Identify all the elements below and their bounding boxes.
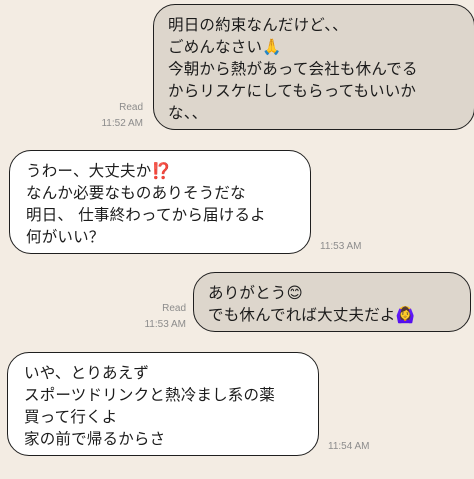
message-bubble-sent[interactable]: ありがとう😊 でも休んでれば大丈夫だよ🙆‍♀️ [193, 272, 471, 332]
message-bubble-sent[interactable]: 明日の約束なんだけど、、 ごめんなさい🙏 今朝から熱があって会社も休んでる から… [153, 4, 474, 130]
read-receipt: Read [162, 303, 186, 314]
message-timestamp: 11:54 AM [328, 441, 370, 452]
message-timestamp: 11:52 AM [101, 118, 143, 129]
message-timestamp: 11:53 AM [144, 319, 186, 330]
message-timestamp: 11:53 AM [320, 241, 362, 252]
message-bubble-received[interactable]: いや、とりあえず スポーツドリンクと熱冷まし系の薬 買って行くよ 家の前で帰るか… [7, 352, 319, 456]
read-receipt: Read [119, 102, 143, 113]
message-bubble-received[interactable]: うわー、大丈夫か⁉️ なんか必要なものありそうだな 明日、 仕事終わってから届け… [9, 150, 311, 254]
